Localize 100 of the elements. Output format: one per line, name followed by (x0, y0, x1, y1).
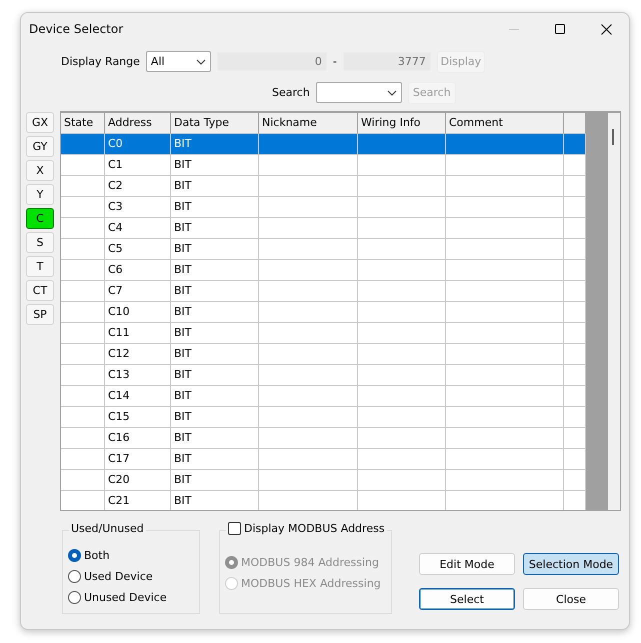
table-cell[interactable] (259, 260, 358, 281)
table-cell[interactable] (358, 407, 446, 428)
table-cell[interactable] (61, 365, 105, 386)
column-header[interactable]: Data Type (171, 113, 259, 134)
table-cell[interactable] (358, 218, 446, 239)
table-cell[interactable] (259, 134, 358, 155)
table-cell[interactable]: C12 (105, 344, 171, 365)
table-cell[interactable] (61, 134, 105, 155)
device-type-button[interactable]: GX (26, 112, 54, 133)
device-type-button[interactable]: C (26, 208, 54, 229)
select-button[interactable]: Select (419, 588, 515, 610)
table-cell[interactable] (358, 365, 446, 386)
radio-button[interactable] (68, 570, 81, 582)
table-cell[interactable] (446, 323, 564, 344)
table-cell[interactable] (259, 281, 358, 302)
table-cell[interactable]: BIT (171, 197, 259, 218)
table-cell[interactable] (564, 239, 586, 260)
table-cell[interactable] (446, 470, 564, 491)
device-type-button[interactable]: X (26, 160, 54, 181)
maximize-icon[interactable] (555, 24, 565, 34)
table-cell[interactable] (446, 239, 564, 260)
device-type-button[interactable]: T (26, 256, 54, 277)
table-cell[interactable] (61, 470, 105, 491)
column-header[interactable]: Nickname (259, 113, 358, 134)
table-cell[interactable]: C6 (105, 260, 171, 281)
table-cell[interactable] (259, 407, 358, 428)
device-type-button[interactable]: Y (26, 184, 54, 205)
checkbox[interactable] (228, 522, 241, 535)
table-cell[interactable]: C5 (105, 239, 171, 260)
close-button[interactable]: Close (523, 588, 619, 610)
table-cell[interactable] (358, 428, 446, 449)
table-cell[interactable] (446, 197, 564, 218)
table-cell[interactable] (259, 386, 358, 407)
table-cell[interactable] (358, 239, 446, 260)
table-cell[interactable]: BIT (171, 134, 259, 155)
table-cell[interactable] (564, 386, 586, 407)
table-cell[interactable] (564, 134, 586, 155)
table-cell[interactable] (564, 449, 586, 470)
table-cell[interactable] (564, 470, 586, 491)
table-cell[interactable] (259, 428, 358, 449)
table-cell[interactable]: BIT (171, 218, 259, 239)
radio-button[interactable] (68, 548, 81, 562)
table-cell[interactable]: C14 (105, 386, 171, 407)
table-cell[interactable]: BIT (171, 323, 259, 344)
table-cell[interactable] (358, 323, 446, 344)
table-cell[interactable] (61, 155, 105, 176)
table-cell[interactable]: C0 (105, 134, 171, 155)
table-cell[interactable]: C4 (105, 218, 171, 239)
device-type-button[interactable]: CT (26, 280, 54, 301)
table-cell[interactable] (358, 260, 446, 281)
table-cell[interactable]: C20 (105, 470, 171, 491)
table-cell[interactable] (446, 134, 564, 155)
table-cell[interactable] (358, 449, 446, 470)
table-cell[interactable] (564, 428, 586, 449)
table-cell[interactable] (564, 176, 586, 197)
table-cell[interactable] (259, 239, 358, 260)
table-cell[interactable] (61, 344, 105, 365)
table-cell[interactable] (564, 218, 586, 239)
table-cell[interactable]: BIT (171, 176, 259, 197)
table-cell[interactable] (259, 302, 358, 323)
table-cell[interactable] (446, 281, 564, 302)
table-cell[interactable] (358, 155, 446, 176)
table-cell[interactable] (446, 386, 564, 407)
table-cell[interactable]: BIT (171, 239, 259, 260)
table-cell[interactable] (358, 386, 446, 407)
table-cell[interactable] (358, 197, 446, 218)
column-header[interactable]: Comment (446, 113, 564, 134)
table-cell[interactable] (259, 470, 358, 491)
scrollbar-thumb[interactable] (586, 113, 608, 510)
table-cell[interactable] (564, 197, 586, 218)
table-cell[interactable] (61, 428, 105, 449)
table-cell[interactable]: C17 (105, 449, 171, 470)
mode-button[interactable]: Edit Mode (419, 553, 515, 575)
table-cell[interactable] (564, 260, 586, 281)
table-cell[interactable] (259, 344, 358, 365)
table-cell[interactable] (61, 407, 105, 428)
table-cell[interactable] (358, 470, 446, 491)
table-cell[interactable] (61, 260, 105, 281)
table-cell[interactable] (358, 281, 446, 302)
table-cell[interactable]: BIT (171, 386, 259, 407)
table-cell[interactable] (61, 281, 105, 302)
table-cell[interactable] (564, 344, 586, 365)
table-cell[interactable] (61, 323, 105, 344)
radio-button[interactable] (68, 590, 81, 604)
search-dropdown[interactable] (316, 82, 402, 103)
table-cell[interactable] (564, 323, 586, 344)
column-header[interactable] (564, 113, 586, 134)
table-cell[interactable] (259, 197, 358, 218)
table-cell[interactable]: C11 (105, 323, 171, 344)
table-cell[interactable]: C7 (105, 281, 171, 302)
table-cell[interactable]: BIT (171, 407, 259, 428)
table-cell[interactable] (446, 365, 564, 386)
table-cell[interactable]: BIT (171, 470, 259, 491)
table-cell[interactable]: BIT (171, 155, 259, 176)
mode-button[interactable]: Selection Mode (523, 553, 619, 575)
table-cell[interactable]: C1 (105, 155, 171, 176)
table-cell[interactable]: BIT (171, 344, 259, 365)
table-cell[interactable]: BIT (171, 302, 259, 323)
table-cell[interactable]: C2 (105, 176, 171, 197)
table-cell[interactable]: BIT (171, 281, 259, 302)
